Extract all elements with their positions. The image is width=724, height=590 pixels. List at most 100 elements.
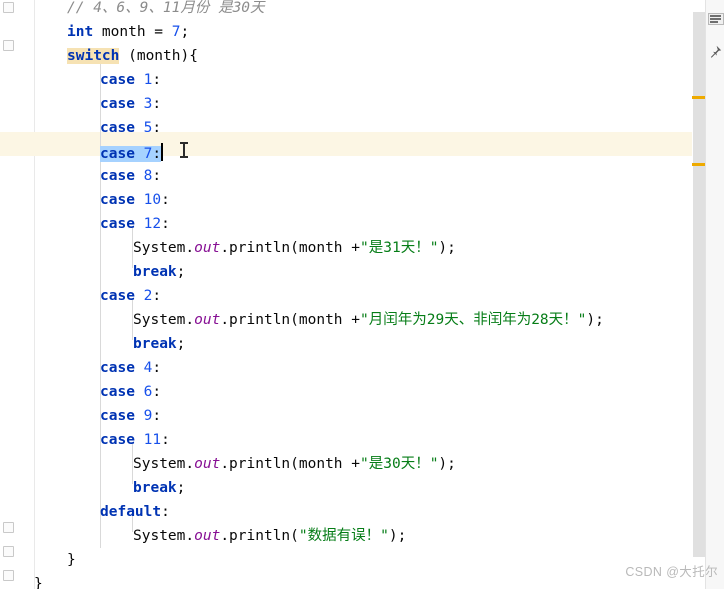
code-token: default xyxy=(100,504,162,520)
code-token: ); xyxy=(586,312,604,328)
code-token: case xyxy=(100,146,135,162)
code-line[interactable]: case 11: xyxy=(0,428,692,452)
code-token: break xyxy=(133,264,177,280)
code-line[interactable]: break; xyxy=(0,332,692,356)
code-line-text: case 2: xyxy=(100,284,161,308)
structure-lines-icon[interactable] xyxy=(707,10,724,26)
code-token: case xyxy=(100,192,135,208)
code-line-text: break; xyxy=(133,260,185,284)
code-editor[interactable]: // 4、6、9、11月份 是30天 int month = 7; switch (… xyxy=(0,0,724,590)
code-line[interactable]: case 7: xyxy=(0,140,692,164)
code-line[interactable]: case 9: xyxy=(0,404,692,428)
code-token: : xyxy=(152,72,162,88)
code-token: case xyxy=(100,408,135,424)
code-line[interactable]: case 10: xyxy=(0,188,692,212)
code-token: : xyxy=(152,408,162,424)
code-token: ; xyxy=(176,264,186,280)
code-line-text: case 3: xyxy=(100,92,161,116)
code-token: : xyxy=(152,384,162,400)
code-line[interactable]: } xyxy=(0,548,692,572)
code-line[interactable]: System.out.println(month +"月闰年为29天、非闰年为2… xyxy=(0,308,692,332)
code-token: ; xyxy=(176,480,186,496)
code-line[interactable]: System.out.println(month +"是30天！"); xyxy=(0,452,692,476)
code-token: case xyxy=(100,288,135,304)
code-line-text: default: xyxy=(100,500,170,524)
code-token: : xyxy=(152,288,162,304)
code-token: : xyxy=(152,96,162,112)
code-token: : xyxy=(152,146,162,162)
code-token: (month){ xyxy=(119,48,198,64)
code-line[interactable]: break; xyxy=(0,476,692,500)
code-token: case xyxy=(100,360,135,376)
code-token: int xyxy=(67,24,94,40)
code-line-text: int month = 7; xyxy=(67,20,189,44)
code-line[interactable]: System.out.println("数据有误！"); xyxy=(0,524,692,548)
right-tool-strip[interactable] xyxy=(705,0,724,590)
code-token: .println(month + xyxy=(220,240,360,256)
code-token: case xyxy=(100,72,135,88)
code-token: 7 xyxy=(171,24,181,40)
code-line-text: System.out.println("数据有误！"); xyxy=(133,524,406,548)
code-line[interactable]: case 2: xyxy=(0,284,692,308)
code-token: } xyxy=(67,552,76,568)
code-line[interactable]: System.out.println(month +"是31天！"); xyxy=(0,236,692,260)
code-line-text: case 12: xyxy=(100,212,170,236)
code-line[interactable]: case 4: xyxy=(0,356,692,380)
code-token: "数据有误！" xyxy=(298,528,389,544)
code-line[interactable]: default: xyxy=(0,500,692,524)
code-token: switch xyxy=(67,48,120,64)
code-token: month = xyxy=(93,24,172,40)
code-line-text: case 1: xyxy=(100,68,161,92)
code-token: System. xyxy=(133,312,195,328)
code-line[interactable]: switch (month){ xyxy=(0,44,692,68)
code-line[interactable]: case 3: xyxy=(0,92,692,116)
code-line[interactable]: case 12: xyxy=(0,212,692,236)
code-token: 12 xyxy=(143,216,162,232)
code-line-text: case 11: xyxy=(100,428,170,452)
code-line[interactable]: case 5: xyxy=(0,116,692,140)
code-token: : xyxy=(161,192,170,208)
code-token: "是31天！" xyxy=(360,240,439,256)
code-token: 11 xyxy=(143,432,162,448)
code-surface[interactable]: // 4、6、9、11月份 是30天 int month = 7; switch (… xyxy=(0,0,692,590)
code-line-text: case 8: xyxy=(100,164,161,188)
code-line[interactable]: case 1: xyxy=(0,68,692,92)
code-line[interactable]: int month = 7; xyxy=(0,20,692,44)
code-token: : xyxy=(161,432,170,448)
text-caret xyxy=(161,143,163,161)
code-token: out xyxy=(194,240,221,256)
code-token: System. xyxy=(133,528,195,544)
code-token: case xyxy=(100,168,135,184)
code-line[interactable]: // 4、6、9、11月份 是30天 xyxy=(0,0,692,20)
code-token: out xyxy=(194,456,221,472)
code-token: : xyxy=(152,120,162,136)
code-token: ); xyxy=(388,528,407,544)
code-line[interactable]: } xyxy=(0,572,692,590)
code-line[interactable]: case 8: xyxy=(0,164,692,188)
code-token: ); xyxy=(438,240,456,256)
code-line-text: case 9: xyxy=(100,404,161,428)
code-line-text: case 5: xyxy=(100,116,161,140)
code-line[interactable]: break; xyxy=(0,260,692,284)
code-token: System. xyxy=(133,240,195,256)
code-line-text: case 10: xyxy=(100,188,170,212)
code-token: break xyxy=(133,336,177,352)
scrollbar-thumb[interactable] xyxy=(693,12,705,557)
code-line-text: break; xyxy=(133,332,185,356)
code-token: .println( xyxy=(220,528,299,544)
pin-icon[interactable] xyxy=(707,44,723,60)
structure-lines-glyph xyxy=(708,13,724,25)
csdn-watermark: CSDN @大托尔 xyxy=(625,565,718,579)
code-token: case xyxy=(100,216,135,232)
code-token: out xyxy=(194,312,221,328)
code-line-text: // 4、6、9、11月份 是30天 xyxy=(67,0,265,20)
code-line[interactable]: case 6: xyxy=(0,380,692,404)
code-line-text: case 7: xyxy=(100,140,163,166)
